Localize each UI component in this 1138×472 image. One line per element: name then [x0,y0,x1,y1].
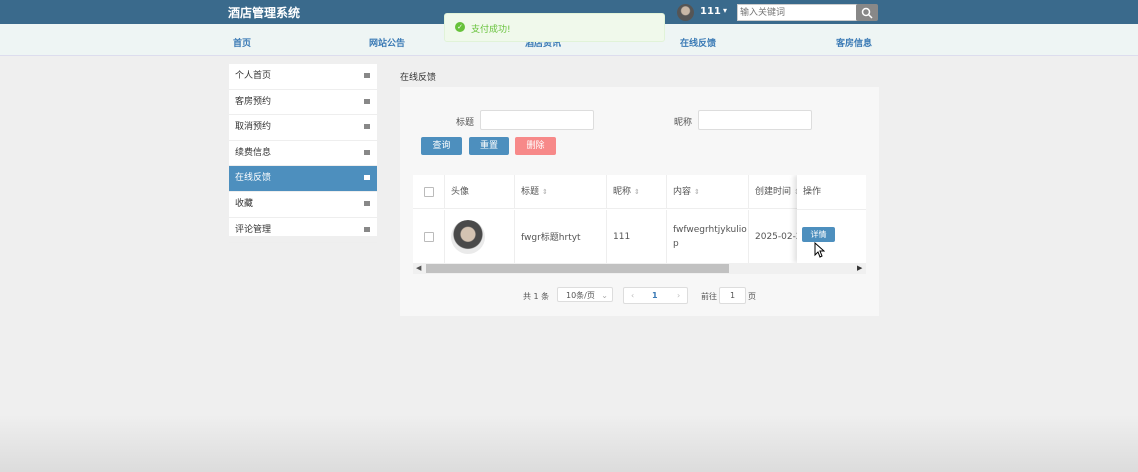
nickname-filter-label: 昵称 [674,118,693,128]
search-input[interactable] [737,4,859,21]
sidebar-item-profile[interactable]: 个人首页 [229,64,377,90]
title-cell: fwgr标题hrtyt [515,210,607,263]
search-button[interactable] [856,4,878,21]
sidebar-item-cancel-booking[interactable]: 取消预约 [229,115,377,141]
mouse-cursor-icon [814,242,825,258]
page-size-select[interactable]: 10条/页 ⌄ [557,287,613,302]
feedback-table: 头像 标题⇕ 昵称⇕ 内容⇕ 创建时间⇕ fwgr标题hrtyt 111 fwf… [413,175,866,263]
user-avatar[interactable] [677,4,694,21]
header-nickname[interactable]: 昵称 ⇕ [607,175,667,209]
header-title[interactable]: 标题 ⇕ [515,175,607,209]
sort-icon[interactable]: ⇕ [694,188,700,196]
header-content-label: 内容 [673,187,692,197]
sidebar-item-label: 评论管理 [235,224,272,235]
pagination-total: 共 1 条 [523,292,550,301]
app-title: 酒店管理系统 [228,6,301,20]
row-select-cell [413,210,445,263]
sort-icon[interactable]: ⇕ [542,188,548,196]
chevron-down-icon[interactable]: ▾ [723,6,727,15]
sidebar-item-comments[interactable]: 评论管理 [229,218,377,244]
delete-button[interactable]: 删除 [515,137,556,155]
prev-page-icon[interactable]: ‹ [631,288,634,303]
nav-feedback[interactable]: 在线反馈 [680,36,716,49]
title-filter-label: 标题 [456,118,475,128]
title-filter-input[interactable] [480,110,594,130]
nav-announcements[interactable]: 网站公告 [369,36,405,49]
pager: ‹ 1 › [623,287,688,304]
sidebar-item-label: 在线反馈 [235,173,272,184]
lock-icon [364,226,370,232]
success-toast: ✓ 支付成功! [444,13,665,42]
current-page[interactable]: 1 [652,288,658,303]
check-icon: ✓ [455,22,465,32]
user-name[interactable]: 111 [700,6,721,17]
chevron-down-icon: ⌄ [601,291,608,300]
actions-column: 操作 详情 [797,175,866,263]
scrollbar-thumb[interactable] [426,264,729,273]
sidebar-item-label: 个人首页 [235,71,272,81]
sidebar-item-label: 客房预约 [235,96,272,107]
sidebar-item-label: 续费信息 [235,147,272,158]
lock-icon [364,149,370,155]
scroll-right-arrow-icon[interactable]: ▶ [857,264,862,272]
toast-message: 支付成功! [471,25,511,35]
lock-icon [364,124,370,130]
lock-icon [364,98,370,104]
header-title-label: 标题 [521,187,540,197]
goto-page-input[interactable]: 1 [719,287,746,304]
reset-button[interactable]: 重置 [469,137,509,155]
sidebar-item-renewal[interactable]: 续费信息 [229,141,377,167]
nickname-filter-input[interactable] [698,110,812,130]
search-icon [861,7,873,19]
lock-icon [364,175,370,181]
select-all-checkbox[interactable] [423,186,434,197]
sidebar-item-feedback[interactable]: 在线反馈 [229,166,377,192]
sidebar-item-room-booking[interactable]: 客房预约 [229,90,377,116]
sidebar-item-label: 收藏 [235,198,254,209]
next-page-icon[interactable]: › [677,288,680,303]
sort-icon[interactable]: ⇕ [634,188,640,196]
select-all-cell [413,175,445,209]
page-size-value: 10条/页 [566,291,595,300]
page-suffix: 页 [748,292,756,301]
header-content[interactable]: 内容 ⇕ [667,175,749,209]
lock-icon [364,200,370,206]
avatar [451,219,485,254]
scroll-left-arrow-icon[interactable]: ◀ [416,264,421,272]
header-created-label: 创建时间 [755,187,792,197]
nav-home[interactable]: 首页 [233,36,251,49]
header-nickname-label: 昵称 [613,187,632,197]
content-cell: fwfwegrhtjykuliop [667,210,749,263]
row-checkbox[interactable] [423,231,434,242]
header-actions: 操作 [803,187,822,197]
goto-label: 前往 [701,292,717,301]
sidebar-item-label: 取消预约 [235,122,272,133]
detail-button[interactable]: 详情 [802,227,835,242]
nickname-cell: 111 [607,210,667,263]
created-cell: 2025-02-2 [749,210,799,263]
avatar-cell [445,210,515,263]
lock-icon [364,73,370,78]
header-created[interactable]: 创建时间⇕ [749,175,799,209]
sidebar-item-favorites[interactable]: 收藏 [229,192,377,218]
nav-rooms[interactable]: 客房信息 [836,36,872,49]
query-button[interactable]: 查询 [421,137,462,155]
page-title: 在线反馈 [400,73,437,83]
header-avatar: 头像 [445,175,515,209]
sidebar: 个人首页 客房预约 取消预约 续费信息 在线反馈 收藏 评论管理 [229,64,377,244]
